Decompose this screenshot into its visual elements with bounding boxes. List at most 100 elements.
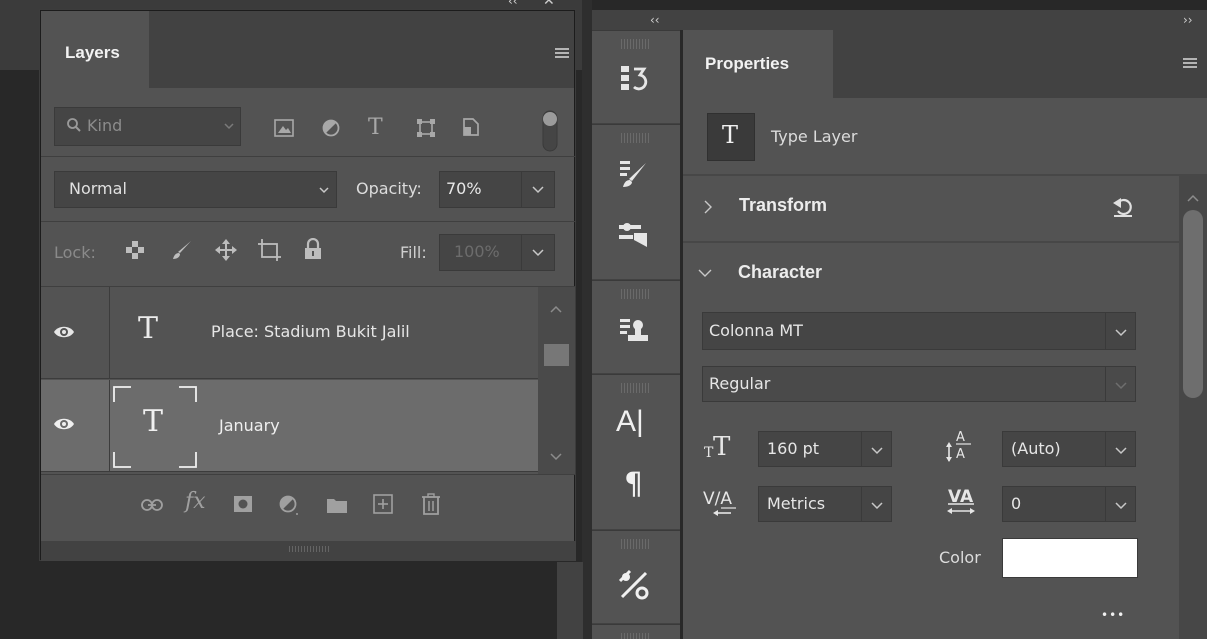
new-layer-icon[interactable] xyxy=(373,494,393,514)
adjustment-filter-icon[interactable] xyxy=(322,119,340,137)
pixel-filter-icon[interactable] xyxy=(274,119,294,137)
tracking-dropdown-button[interactable] xyxy=(1105,487,1135,521)
leading-icon: AA xyxy=(945,427,973,463)
chevron-down-icon xyxy=(318,184,330,196)
left-scroll-column xyxy=(557,562,583,639)
fill-dropdown-button[interactable] xyxy=(521,235,554,270)
opacity-value[interactable]: 70% xyxy=(446,179,482,198)
smart-object-filter-icon[interactable] xyxy=(462,117,480,137)
fill-field[interactable]: 100% xyxy=(439,234,555,271)
tool-group xyxy=(592,30,680,123)
layer-name[interactable]: Place: Stadium Bukit Jalil xyxy=(211,322,410,341)
folder-icon[interactable] xyxy=(326,496,348,514)
lock-image-pixels-icon[interactable] xyxy=(171,239,193,261)
opacity-dropdown-button[interactable] xyxy=(521,172,554,207)
floating-panel-collapse-button[interactable]: ‹‹ xyxy=(508,0,518,8)
scroll-up-icon[interactable] xyxy=(550,305,562,313)
svg-text:T: T xyxy=(713,432,731,460)
leading-dropdown-button[interactable] xyxy=(1105,432,1135,466)
character-label: Character xyxy=(738,262,823,282)
paragraph-panel-icon[interactable]: ¶ xyxy=(624,467,643,502)
trash-icon[interactable] xyxy=(421,493,441,515)
font-size-field[interactable]: 160 pt xyxy=(758,431,892,467)
character-panel-icon[interactable]: A| xyxy=(616,405,644,439)
lock-all-icon[interactable] xyxy=(304,238,322,260)
font-style-select[interactable]: Regular xyxy=(702,366,1136,402)
opacity-field[interactable]: 70% xyxy=(439,171,555,208)
tracking-value[interactable]: 0 xyxy=(1011,494,1021,513)
panel-resize-grip[interactable] xyxy=(41,541,576,561)
kerning-select[interactable]: Metrics xyxy=(758,486,892,522)
leading-value[interactable]: (Auto) xyxy=(1011,439,1061,458)
reset-transform-icon[interactable] xyxy=(1112,194,1134,218)
properties-panel: Properties T Type Layer Transform Charac… xyxy=(683,30,1207,639)
divider xyxy=(109,380,110,472)
shape-filter-icon[interactable] xyxy=(416,118,436,138)
clone-source-icon[interactable] xyxy=(618,317,650,345)
properties-scrollbar[interactable] xyxy=(1179,174,1207,639)
kerning-dropdown-button[interactable] xyxy=(861,487,891,521)
properties-tab-bar: Properties xyxy=(683,30,1207,98)
chevron-down-icon xyxy=(223,120,235,132)
type-filter-icon[interactable]: T xyxy=(368,115,383,140)
fill-value[interactable]: 100% xyxy=(454,242,500,261)
leading-field[interactable]: (Auto) xyxy=(1002,431,1136,467)
text-color-swatch[interactable] xyxy=(1002,538,1138,578)
blend-mode-select[interactable]: Normal xyxy=(54,171,337,208)
panel-icon-strip: A| ¶ xyxy=(592,30,680,639)
chevron-right-icon xyxy=(703,200,713,214)
tracking-field[interactable]: 0 xyxy=(1002,486,1136,522)
divider xyxy=(683,241,1179,243)
fill-label: Fill: xyxy=(400,243,427,262)
font-size-dropdown-button[interactable] xyxy=(861,432,891,466)
color-label: Color xyxy=(939,548,981,567)
eye-icon[interactable] xyxy=(53,416,75,432)
filter-toggle-switch[interactable] xyxy=(541,109,559,153)
layer-list: T Place: Stadium Bukit Jalil T January xyxy=(41,287,538,474)
filter-kind-select[interactable]: Kind xyxy=(54,107,241,146)
dock-collapse-right-button[interactable]: ›› xyxy=(1183,10,1193,30)
font-size-value[interactable]: 160 pt xyxy=(767,439,819,458)
lock-transparent-pixels-icon[interactable] xyxy=(126,241,144,259)
font-family-select[interactable]: Colonna MT xyxy=(702,312,1136,350)
font-style-dropdown-button[interactable] xyxy=(1105,367,1135,401)
eye-icon[interactable] xyxy=(53,324,75,340)
properties-panel-icon[interactable] xyxy=(618,569,650,601)
mask-icon[interactable] xyxy=(233,495,253,513)
scroll-thumb[interactable] xyxy=(544,344,569,366)
scroll-down-icon[interactable] xyxy=(550,453,562,461)
layer-name[interactable]: January xyxy=(219,416,280,435)
search-icon xyxy=(66,117,82,133)
fx-icon[interactable]: fx xyxy=(185,489,206,514)
dock-collapse-left-button[interactable]: ‹‹ xyxy=(650,10,660,30)
dock-top-bar xyxy=(592,10,1207,30)
kerning-icon: V/A xyxy=(703,486,739,516)
transform-section-header[interactable]: Transform xyxy=(683,176,1179,240)
link-icon[interactable] xyxy=(141,498,163,512)
tab-properties[interactable]: Properties xyxy=(683,30,833,98)
layer-filter-row: Kind T xyxy=(41,89,576,156)
scroll-thumb[interactable] xyxy=(1183,210,1203,398)
divider xyxy=(41,221,576,222)
more-options-icon[interactable]: ••• xyxy=(1101,608,1125,622)
floating-panel-close-button[interactable]: ✕ xyxy=(543,0,555,9)
tab-layers[interactable]: Layers xyxy=(41,11,149,88)
character-section-header[interactable]: Character xyxy=(683,244,1179,304)
layers-panel: Layers Kind T Normal Opacity: 70% Lock: … xyxy=(40,10,576,561)
right-dock-divider xyxy=(582,0,592,639)
layer-row[interactable]: T Place: Stadium Bukit Jalil xyxy=(41,287,538,379)
properties-panel-menu-icon[interactable] xyxy=(1183,58,1197,68)
lock-position-icon[interactable] xyxy=(215,239,237,261)
history-panel-icon[interactable] xyxy=(618,65,650,93)
layers-panel-menu-icon[interactable] xyxy=(555,48,569,58)
tool-group xyxy=(592,280,680,373)
scroll-up-icon[interactable] xyxy=(1187,194,1199,202)
blend-mode-value: Normal xyxy=(69,179,127,198)
brush-settings-icon[interactable] xyxy=(618,159,650,189)
adjustment-icon[interactable] xyxy=(279,495,299,515)
layer-row-selected[interactable]: T January xyxy=(41,380,538,472)
tool-presets-icon[interactable] xyxy=(618,221,650,249)
lock-artboard-icon[interactable] xyxy=(258,239,282,261)
font-family-dropdown-button[interactable] xyxy=(1105,313,1135,349)
layer-list-scrollbar[interactable] xyxy=(538,287,575,474)
